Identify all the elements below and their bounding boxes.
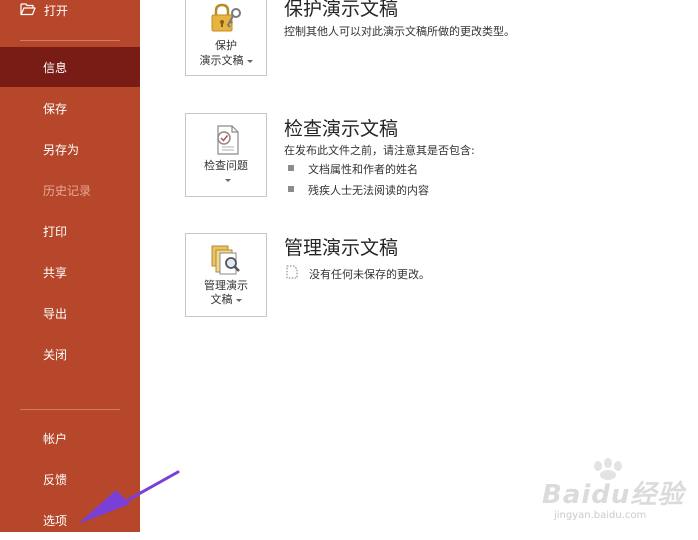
inspect-bullet-2: 残疾人士无法阅读的内容: [308, 184, 429, 197]
nav-options-label: 选项: [43, 513, 68, 528]
protect-presentation-button[interactable]: 保护 演示文稿: [185, 0, 267, 76]
nav-account[interactable]: 帐户: [0, 418, 140, 458]
document-dotted-icon: [286, 265, 298, 279]
sidebar-divider-top: [20, 40, 120, 41]
watermark-url: jingyan.baidu.com: [554, 510, 647, 521]
bullet-icon: [288, 165, 294, 171]
nav-close-label: 关闭: [43, 347, 68, 362]
baidu-watermark: Baidu经验 jingyan.baidu.com: [530, 458, 698, 532]
nav-info[interactable]: 信息: [0, 47, 140, 87]
inspect-button-label: 检查问题: [204, 159, 248, 172]
document-search-icon: [211, 245, 240, 275]
nav-close[interactable]: 关闭: [0, 334, 140, 374]
nav-history-label: 历史记录: [43, 183, 92, 198]
manage-button-label-1: 管理演示: [204, 279, 248, 292]
manage-button-label-2-wrap: 文稿: [186, 292, 266, 307]
manage-button-label-2: 文稿: [210, 293, 233, 306]
nav-save-as[interactable]: 另存为: [0, 129, 140, 169]
backstage-sidebar: 打开 信息 保存 另存为 历史记录 打印 共享 导出 关闭 帐户 反馈 选项: [0, 0, 140, 532]
inspect-section-title: 检查演示文稿: [284, 118, 399, 140]
nav-feedback-label: 反馈: [43, 472, 68, 487]
folder-open-icon: [20, 3, 36, 16]
protect-section-title: 保护演示文稿: [284, 0, 399, 20]
protect-button-label-1: 保护: [215, 39, 237, 52]
nav-export-label: 导出: [43, 306, 68, 321]
manage-presentation-button[interactable]: 管理演示 文稿: [185, 233, 267, 317]
manage-section-description: 没有任何未保存的更改。: [309, 268, 430, 281]
nav-save[interactable]: 保存: [0, 88, 140, 128]
nav-save-label: 保存: [43, 101, 68, 116]
lock-key-icon: [211, 3, 241, 32]
watermark-brand: Baidu经验: [542, 480, 685, 510]
chevron-down-icon: [224, 178, 231, 182]
inspect-section-description: 在发布此文件之前，请注意其是否包含:: [284, 144, 475, 157]
document-check-icon: [217, 125, 239, 155]
nav-export[interactable]: 导出: [0, 293, 140, 333]
nav-save-as-label: 另存为: [43, 142, 80, 157]
inspect-button-caret-wrap: [186, 172, 266, 187]
nav-open[interactable]: 打开: [0, 0, 140, 30]
nav-share-label: 共享: [43, 265, 68, 280]
protect-section-description: 控制其他人可以对此演示文稿所做的更改类型。: [284, 25, 515, 38]
manage-section-title: 管理演示文稿: [284, 237, 399, 259]
inspect-bullet-1: 文档属性和作者的姓名: [308, 163, 418, 176]
nav-open-label: 打开: [44, 3, 69, 18]
annotation-arrow-icon: [78, 470, 180, 524]
sidebar-divider-bottom: [20, 409, 120, 410]
protect-button-label-2: 演示文稿: [199, 54, 244, 67]
chevron-down-icon: [246, 59, 253, 63]
inspect-issues-button[interactable]: 检查问题: [185, 113, 267, 197]
chevron-down-icon: [235, 298, 242, 302]
protect-button-label-2-wrap: 演示文稿: [186, 53, 266, 68]
nav-print-label: 打印: [43, 224, 68, 239]
bullet-icon: [288, 186, 294, 192]
nav-print[interactable]: 打印: [0, 211, 140, 251]
nav-history: 历史记录: [0, 170, 140, 210]
nav-account-label: 帐户: [43, 431, 68, 446]
nav-share[interactable]: 共享: [0, 252, 140, 292]
nav-info-label: 信息: [43, 60, 68, 75]
